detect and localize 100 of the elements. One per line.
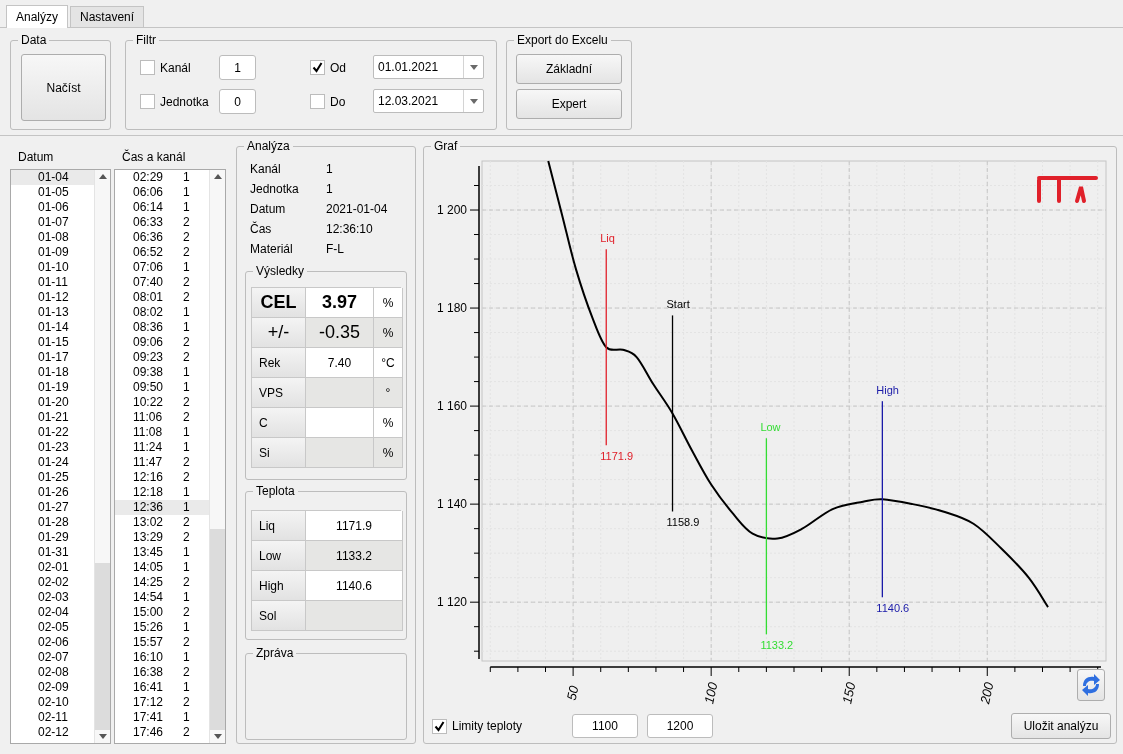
list-item[interactable]: 01-31 xyxy=(11,545,94,560)
list-item[interactable]: 12:36 1 xyxy=(115,500,209,515)
scrollbar[interactable] xyxy=(209,170,225,743)
time-text: 17:41 xyxy=(133,710,165,725)
list-item[interactable]: 01-18 xyxy=(11,365,94,380)
list-item[interactable]: 01-05 xyxy=(11,185,94,200)
list-item[interactable]: 02-10 xyxy=(11,695,94,710)
list-item[interactable]: 02-12 xyxy=(11,725,94,740)
checkbox[interactable] xyxy=(310,94,325,109)
list-item[interactable]: 08:02 1 xyxy=(115,305,209,320)
list-item[interactable]: 15:26 1 xyxy=(115,620,209,635)
list-item[interactable]: 15:00 2 xyxy=(115,605,209,620)
list-item[interactable]: 01-28 xyxy=(11,515,94,530)
list-item[interactable]: 01-10 xyxy=(11,260,94,275)
list-item[interactable]: 02-04 xyxy=(11,605,94,620)
list-item[interactable]: 01-11 xyxy=(11,275,94,290)
list-item[interactable]: 01-14 xyxy=(11,320,94,335)
number-field[interactable]: 1 xyxy=(219,55,256,80)
max-limit-field[interactable]: 1200 xyxy=(647,714,713,738)
list-item[interactable]: 02-03 xyxy=(11,590,94,605)
list-item[interactable]: 02-05 xyxy=(11,620,94,635)
list-item[interactable]: 09:38 1 xyxy=(115,365,209,380)
scrollbar[interactable] xyxy=(94,170,110,743)
channel-text: 1 xyxy=(183,380,190,395)
list-item[interactable]: 16:41 1 xyxy=(115,680,209,695)
checkbox[interactable] xyxy=(140,94,155,109)
number-field[interactable]: 0 xyxy=(219,89,256,114)
list-item[interactable]: 16:10 1 xyxy=(115,650,209,665)
list-item[interactable]: 01-15 xyxy=(11,335,94,350)
list-item[interactable]: 11:24 1 xyxy=(115,440,209,455)
list-item[interactable]: 02-08 xyxy=(11,665,94,680)
checkbox[interactable] xyxy=(140,60,155,75)
export-button[interactable]: Expert xyxy=(516,89,622,119)
list-item[interactable]: 09:06 2 xyxy=(115,335,209,350)
list-item[interactable]: 01-08 xyxy=(11,230,94,245)
checkbox[interactable] xyxy=(432,718,447,734)
list-item[interactable]: 08:36 1 xyxy=(115,320,209,335)
list-item[interactable]: 13:02 2 xyxy=(115,515,209,530)
list-item[interactable]: 01-19 xyxy=(11,380,94,395)
list-item[interactable]: 09:23 2 xyxy=(115,350,209,365)
arrow-down-icon xyxy=(213,734,222,739)
export-button[interactable]: Základní xyxy=(516,54,622,84)
refresh-button[interactable] xyxy=(1077,669,1105,701)
date-dropdown[interactable]: 12.03.2021 xyxy=(373,89,484,113)
list-item[interactable]: 14:54 1 xyxy=(115,590,209,605)
list-item[interactable]: 01-26 xyxy=(11,485,94,500)
list-item[interactable]: 11:06 2 xyxy=(115,410,209,425)
list-item[interactable]: 02-01 xyxy=(11,560,94,575)
list-item[interactable]: 17:41 1 xyxy=(115,710,209,725)
list-item[interactable]: 02-07 xyxy=(11,650,94,665)
list-item[interactable]: 06:33 2 xyxy=(115,215,209,230)
list-item[interactable]: 11:47 2 xyxy=(115,455,209,470)
list-item[interactable]: 01-07 xyxy=(11,215,94,230)
list-item[interactable]: 01-13 xyxy=(11,305,94,320)
list-item[interactable]: 15:57 2 xyxy=(115,635,209,650)
list-item[interactable]: 14:05 1 xyxy=(115,560,209,575)
date-dropdown[interactable]: 01.01.2021 xyxy=(373,55,484,79)
list-item[interactable]: 12:16 2 xyxy=(115,470,209,485)
checkbox[interactable] xyxy=(310,60,325,75)
list-item[interactable]: 02-02 xyxy=(11,575,94,590)
save-button[interactable]: Uložit analýzu xyxy=(1011,713,1111,739)
list-item[interactable]: 16:38 2 xyxy=(115,665,209,680)
list-item[interactable]: 17:46 2 xyxy=(115,725,209,740)
list-item[interactable]: 06:36 2 xyxy=(115,230,209,245)
list-item[interactable]: 01-25 xyxy=(11,470,94,485)
list-item[interactable]: 02-11 xyxy=(11,710,94,725)
list-item[interactable]: 01-06 xyxy=(11,200,94,215)
list-item[interactable]: 01-12 xyxy=(11,290,94,305)
tab[interactable]: Nastavení xyxy=(70,6,145,27)
channel-text: 1 xyxy=(183,440,190,455)
list-item[interactable]: 10:22 2 xyxy=(115,395,209,410)
list-item[interactable]: 06:14 1 xyxy=(115,200,209,215)
list-item[interactable]: 17:12 2 xyxy=(115,695,209,710)
list-item[interactable]: 14:25 2 xyxy=(115,575,209,590)
list-item[interactable]: 11:08 1 xyxy=(115,425,209,440)
list-item[interactable]: 08:01 2 xyxy=(115,290,209,305)
list-item[interactable]: 01-20 xyxy=(11,395,94,410)
list-item[interactable]: 01-04 xyxy=(11,170,94,185)
list-item[interactable]: 01-22 xyxy=(11,425,94,440)
min-limit-field[interactable]: 1100 xyxy=(572,714,638,738)
list-item[interactable]: 01-29 xyxy=(11,530,94,545)
list-item[interactable]: 02-06 xyxy=(11,635,94,650)
list-item[interactable]: 01-23 xyxy=(11,440,94,455)
list-item[interactable]: 06:52 2 xyxy=(115,245,209,260)
list-item[interactable]: 02:29 1 xyxy=(115,170,209,185)
list-item[interactable]: 01-09 xyxy=(11,245,94,260)
list-item[interactable]: 02-09 xyxy=(11,680,94,695)
tab[interactable]: Analýzy xyxy=(6,5,69,28)
list-item[interactable]: 01-24 xyxy=(11,455,94,470)
list-item[interactable]: 07:40 2 xyxy=(115,275,209,290)
list-item[interactable]: 12:18 1 xyxy=(115,485,209,500)
list-item[interactable]: 09:50 1 xyxy=(115,380,209,395)
list-item[interactable]: 13:45 1 xyxy=(115,545,209,560)
list-item[interactable]: 01-17 xyxy=(11,350,94,365)
list-item[interactable]: 07:06 1 xyxy=(115,260,209,275)
list-item[interactable]: 06:06 1 xyxy=(115,185,209,200)
list-item[interactable]: 01-27 xyxy=(11,500,94,515)
load-button[interactable]: Načíst xyxy=(21,54,106,121)
list-item[interactable]: 01-21 xyxy=(11,410,94,425)
list-item[interactable]: 13:29 2 xyxy=(115,530,209,545)
